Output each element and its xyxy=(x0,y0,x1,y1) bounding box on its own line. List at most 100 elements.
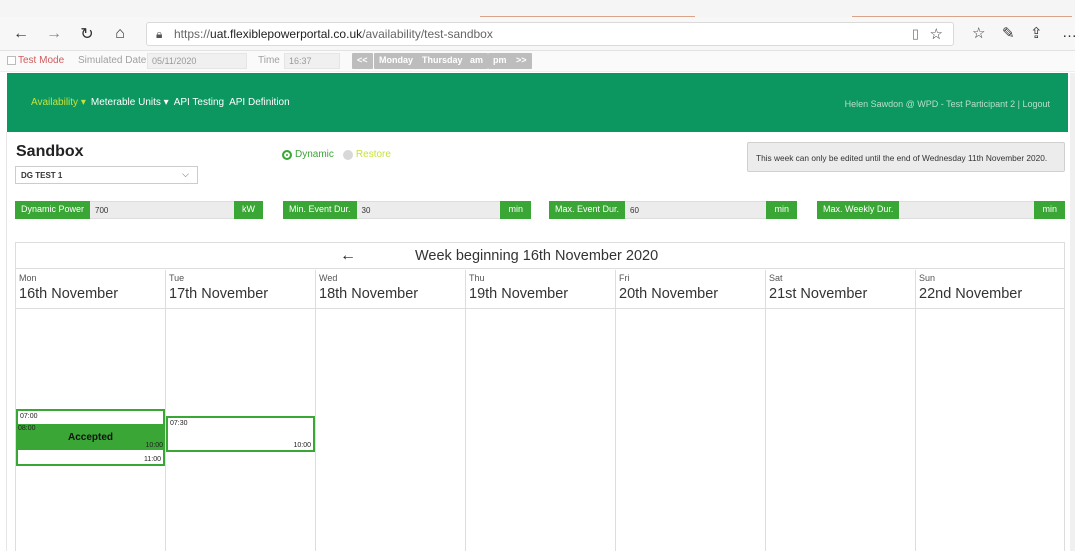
window-start-time: 07:30 xyxy=(170,420,188,427)
previous-week-icon[interactable]: ← xyxy=(340,247,356,265)
dynamic-power-input[interactable]: 700 xyxy=(90,201,234,219)
week-calendar: ← Week beginning 16th November 2020 Mon … xyxy=(15,242,1065,551)
favorites-icon[interactable]: ☆ xyxy=(972,24,985,42)
day-name: Thu xyxy=(469,273,485,283)
day-column-mon[interactable]: Mon 16th November 07:00 11:00 08:00 Acce… xyxy=(16,270,166,551)
event-status-label: Accepted xyxy=(68,432,114,443)
max-event-dur-input[interactable]: 60 xyxy=(625,201,767,219)
window-end-time: 10:00 xyxy=(293,442,311,449)
url-path: /availability/test-sandbox xyxy=(362,27,493,41)
day-header: Sat 21st November xyxy=(766,270,915,309)
radio-restore-label[interactable]: Restore xyxy=(356,149,391,160)
address-bar[interactable]: 🔒︎ https://uat.flexiblepowerportal.co.uk… xyxy=(146,22,954,46)
app-header: Availability ▾ Meterable Units ▾ API Tes… xyxy=(7,73,1068,132)
tab-strip xyxy=(0,0,1075,17)
min-event-dur-input[interactable]: 30 xyxy=(356,201,501,219)
pm-button[interactable]: pm xyxy=(488,53,512,69)
chevron-down-icon: ⌵ xyxy=(182,169,189,179)
day-header: Wed 18th November xyxy=(316,270,465,309)
menu-api-testing[interactable]: API Testing xyxy=(174,97,224,108)
day-column-sun[interactable]: Sun 22nd November xyxy=(916,270,1064,551)
day-column-fri[interactable]: Fri 20th November xyxy=(616,270,766,551)
day-name: Sun xyxy=(919,273,936,283)
more-icon[interactable]: … xyxy=(1062,24,1075,41)
day-column-wed[interactable]: Wed 18th November xyxy=(316,270,466,551)
simulated-date-input[interactable]: 05/11/2020 xyxy=(147,53,247,69)
prev-button[interactable]: << xyxy=(352,53,373,69)
calendar-title: Week beginning 16th November 2020 xyxy=(415,248,659,264)
radio-dynamic[interactable] xyxy=(282,149,292,160)
day-name: Mon xyxy=(19,273,37,283)
day-header: Mon 16th November xyxy=(16,270,165,309)
day-name: Fri xyxy=(619,273,630,283)
day-name: Wed xyxy=(319,273,338,283)
calendar-header: ← Week beginning 16th November 2020 xyxy=(16,243,1064,269)
checkbox-box[interactable] xyxy=(7,56,16,65)
refresh-icon[interactable]: ↻ xyxy=(74,21,100,47)
day-column-thu[interactable]: Thu 19th November xyxy=(466,270,616,551)
param-label: Max. Weekly Dur. xyxy=(817,201,900,219)
page-title: Sandbox xyxy=(16,143,84,160)
pen-icon[interactable]: ✎ xyxy=(1002,24,1015,42)
url-text[interactable]: https://uat.flexiblepowerportal.co.uk/av… xyxy=(174,27,493,41)
menu-availability[interactable]: Availability ▾ xyxy=(31,97,86,108)
event-start-time: 08:00 xyxy=(18,425,36,432)
day-date: 16th November xyxy=(19,286,119,302)
day-column-tue[interactable]: Tue 17th November 07:30 10:00 xyxy=(166,270,316,551)
param-max-weekly-dur: Max. Weekly Dur. min xyxy=(817,201,1065,219)
param-min-event-dur: Min. Event Dur. 30 min xyxy=(283,201,531,219)
share-icon[interactable]: ⇪ xyxy=(1030,24,1043,42)
am-button[interactable]: am xyxy=(465,53,489,69)
day-column-sat[interactable]: Sat 21st November xyxy=(766,270,916,551)
browser-toolbar: ← → ↻ ⌂ 🔒︎ https://uat.flexiblepowerport… xyxy=(0,17,1075,51)
param-unit: min xyxy=(766,201,797,219)
param-label: Min. Event Dur. xyxy=(283,201,357,219)
url-host: uat.flexiblepowerportal.co.uk xyxy=(210,27,363,41)
mode-radio-group: Dynamic Restore xyxy=(282,149,391,160)
day-header: Thu 19th November xyxy=(466,270,615,309)
home-icon[interactable]: ⌂ xyxy=(107,21,133,47)
time-input[interactable]: 16:37 xyxy=(284,53,340,69)
url-prefix: https:// xyxy=(174,27,211,41)
accepted-event[interactable]: 08:00 Accepted 10:00 xyxy=(16,424,165,450)
day-date: 18th November xyxy=(319,286,419,302)
day-date: 20th November xyxy=(619,286,719,302)
day-date: 17th November xyxy=(169,286,269,302)
param-unit: min xyxy=(500,201,531,219)
day-header: Tue 17th November xyxy=(166,270,315,309)
menu-api-definition[interactable]: API Definition xyxy=(229,97,290,108)
day-date: 19th November xyxy=(469,286,569,302)
unit-select-value: DG TEST 1 xyxy=(21,171,63,180)
reading-view-icon[interactable]: ▯ xyxy=(912,26,919,42)
param-unit: kW xyxy=(234,201,263,219)
radio-restore[interactable] xyxy=(342,149,353,160)
test-mode-label: Test Mode xyxy=(18,55,65,66)
param-label: Dynamic Power xyxy=(15,201,91,219)
edit-deadline-notice: This week can only be edited until the e… xyxy=(747,142,1065,172)
monday-button[interactable]: Monday xyxy=(374,53,419,69)
day-name: Tue xyxy=(169,273,185,283)
test-mode-checkbox[interactable]: Test Mode xyxy=(7,55,64,66)
time-label: Time xyxy=(258,55,280,66)
user-logout-link[interactable]: Helen Sawdon @ WPD - Test Participant 2 … xyxy=(845,99,1050,109)
max-weekly-dur-input[interactable] xyxy=(899,201,1035,219)
page-edge xyxy=(6,132,7,551)
back-icon[interactable]: ← xyxy=(8,21,34,47)
radio-dynamic-label[interactable]: Dynamic xyxy=(295,149,334,160)
day-name: Sat xyxy=(769,273,783,283)
availability-window[interactable]: 07:30 10:00 xyxy=(166,416,315,452)
lock-icon: 🔒︎ xyxy=(156,27,163,41)
window-end-time: 11:00 xyxy=(144,456,161,463)
param-max-event-dur: Max. Event Dur. 60 min xyxy=(549,201,797,219)
scrollbar[interactable] xyxy=(1070,73,1075,551)
unit-select[interactable]: DG TEST 1 ⌵ xyxy=(15,166,198,184)
test-mode-bar: Test Mode Simulated Date 05/11/2020 Time… xyxy=(0,51,1075,72)
next-button[interactable]: >> xyxy=(511,53,532,69)
event-end-time: 10:00 xyxy=(145,442,163,449)
thursday-button[interactable]: Thursday xyxy=(417,53,468,69)
menu-meterable-units[interactable]: Meterable Units ▾ xyxy=(91,97,169,108)
forward-icon[interactable]: → xyxy=(41,21,67,47)
day-header: Sun 22nd November xyxy=(916,270,1064,309)
param-label: Max. Event Dur. xyxy=(549,201,626,219)
star-icon[interactable]: ☆ xyxy=(930,25,943,43)
